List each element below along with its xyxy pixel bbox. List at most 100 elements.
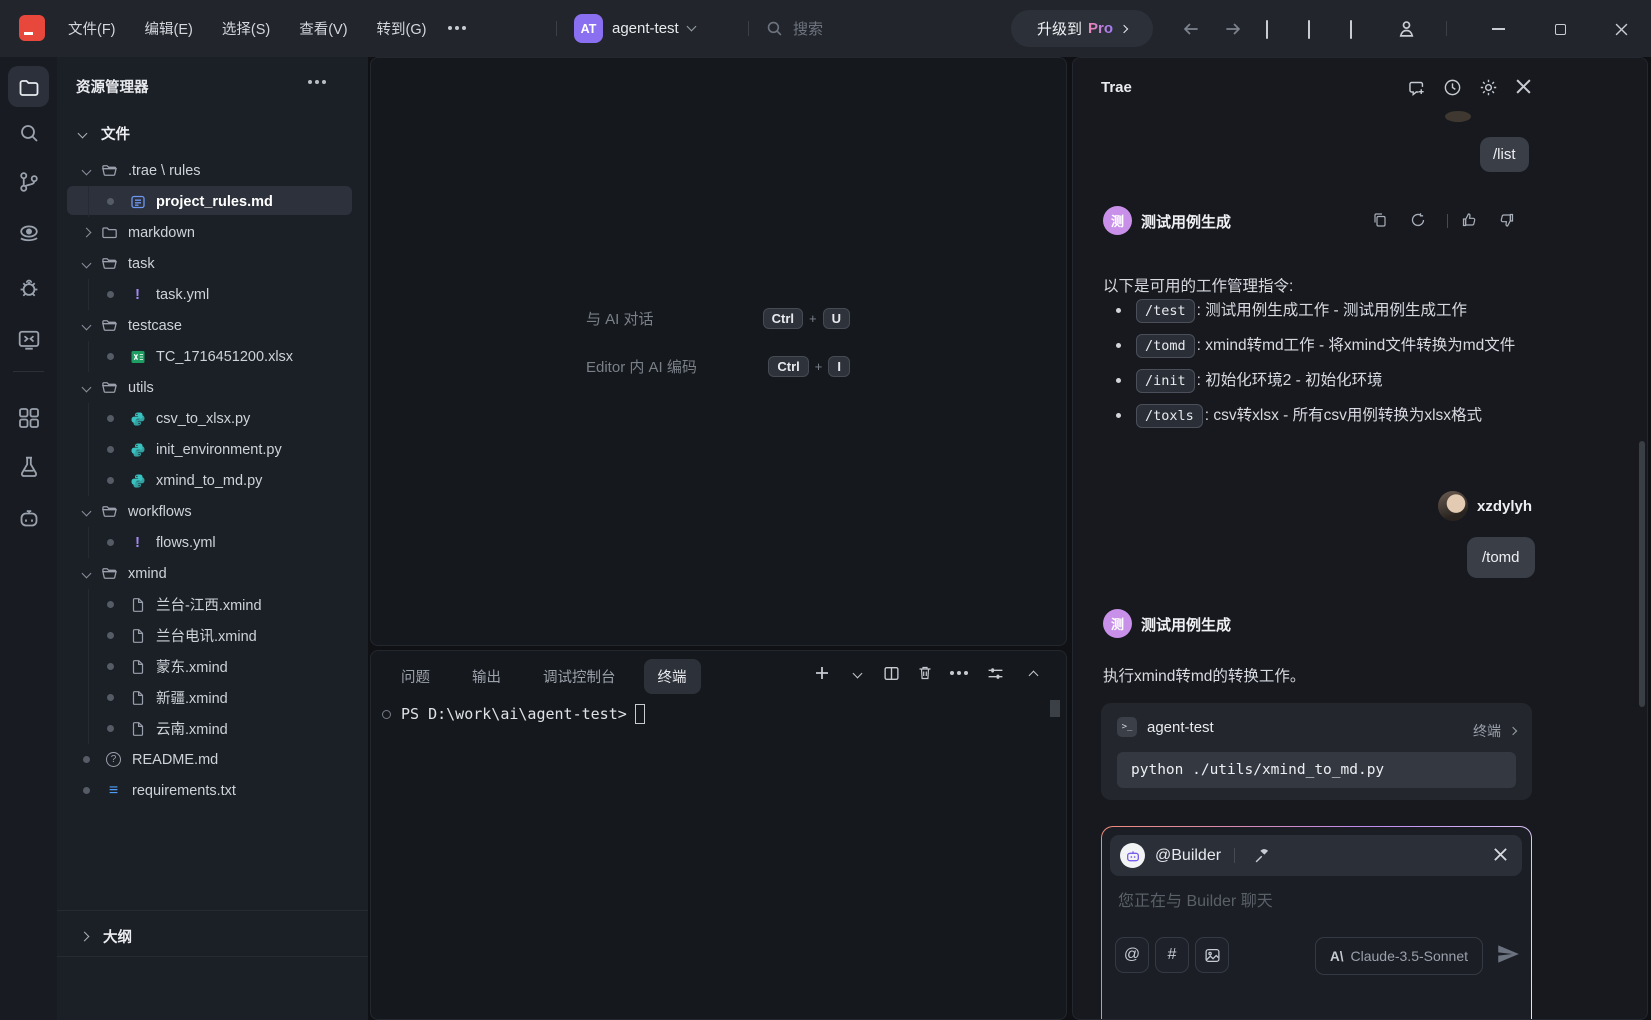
chat-input-placeholder[interactable]: 您正在与 Builder 聊天 <box>1118 887 1273 911</box>
mention-button[interactable]: @ <box>1115 937 1149 973</box>
close-panel-icon[interactable] <box>1515 78 1534 97</box>
more-actions-icon[interactable] <box>315 80 319 84</box>
toggle-right-panel-icon[interactable] <box>1350 21 1352 39</box>
panel-tab[interactable]: 调试控制台 <box>529 659 630 694</box>
copy-icon[interactable] <box>1372 212 1389 229</box>
split-terminal-icon[interactable] <box>882 664 900 682</box>
tree-item[interactable]: init_environment.py <box>57 434 368 465</box>
tree-item[interactable]: 云南.xmind <box>57 713 368 744</box>
more-menus-icon[interactable] <box>455 21 459 37</box>
terminal-panel-icon[interactable] <box>17 328 41 352</box>
tree-item[interactable]: !task.yml <box>57 279 368 310</box>
account-icon[interactable] <box>1396 18 1417 39</box>
command-description: : xmind转md工作 - 将xmind文件转换为md文件 <box>1197 337 1516 354</box>
terminal-dropdown-icon[interactable] <box>848 664 866 682</box>
command-list-item: /init: 初始化环境2 - 初始化环境 <box>1103 363 1541 398</box>
more-actions-icon[interactable] <box>950 664 968 682</box>
nav-forward-button[interactable] <box>1222 18 1244 40</box>
tree-item[interactable]: ?README.md <box>57 744 368 775</box>
scrollbar-thumb[interactable] <box>1639 441 1645 707</box>
send-icon[interactable] <box>1495 941 1521 967</box>
filter-settings-icon[interactable] <box>986 664 1004 682</box>
nav-back-button[interactable] <box>1180 18 1202 40</box>
scrollbar-thumb[interactable] <box>1050 700 1060 717</box>
menu-item[interactable]: 选择(S) <box>222 18 270 39</box>
tree-item[interactable]: csv_to_xlsx.py <box>57 403 368 434</box>
history-icon[interactable] <box>1443 78 1462 97</box>
terminal-link-label: 终端 <box>1473 721 1501 741</box>
tree-item[interactable]: task <box>57 248 368 279</box>
menu-item[interactable]: 查看(V) <box>299 18 347 39</box>
model-selector[interactable]: A\ Claude-3.5-Sonnet <box>1315 937 1483 975</box>
maximize-panel-icon[interactable] <box>1024 664 1042 682</box>
terminal-prompt[interactable]: PS D:\work\ai\agent-test> <box>382 704 645 724</box>
panel-tab[interactable]: 终端 <box>644 659 701 694</box>
preview-eye-icon[interactable] <box>17 221 41 245</box>
app-logo-icon[interactable] <box>19 15 45 41</box>
builder-robot-icon <box>1120 843 1145 868</box>
tree-item[interactable]: xmind <box>57 558 368 589</box>
new-chat-icon[interactable] <box>1407 78 1426 97</box>
tree-item[interactable]: workflows <box>57 496 368 527</box>
window-close-button[interactable] <box>1610 18 1632 40</box>
modified-dot-icon <box>107 446 114 453</box>
test-lab-icon[interactable] <box>17 455 41 479</box>
terminal-action-card[interactable]: >_ agent-test 终端 python ./utils/xmind_to… <box>1101 703 1532 800</box>
topic-button[interactable]: # <box>1155 937 1189 973</box>
folder-open-icon <box>101 317 118 334</box>
tree-item[interactable]: 兰台电讯.xmind <box>57 620 368 651</box>
tree-item[interactable]: utils <box>57 372 368 403</box>
tree-item[interactable]: 蒙东.xmind <box>57 651 368 682</box>
files-section-label: 文件 <box>101 123 130 144</box>
agent-robot-icon[interactable] <box>17 506 41 530</box>
toggle-left-panel-icon[interactable] <box>1266 21 1268 39</box>
tree-item[interactable]: TC_1716451200.xlsx <box>57 341 368 372</box>
menu-item[interactable]: 转到(G) <box>377 18 427 39</box>
hammer-tools-icon[interactable] <box>1254 847 1271 864</box>
upgrade-pro-button[interactable]: 升级到 Pro <box>1011 10 1153 47</box>
explorer-icon[interactable] <box>17 76 41 100</box>
kill-terminal-icon[interactable] <box>916 664 934 682</box>
new-terminal-icon[interactable] <box>813 664 831 682</box>
tree-item[interactable]: ≡requirements.txt <box>57 775 368 806</box>
outline-section-header[interactable]: 大纲 <box>57 918 368 954</box>
tree-item[interactable]: !flows.yml <box>57 527 368 558</box>
extensions-icon[interactable] <box>17 406 41 430</box>
chat-input-card[interactable]: @Builder 您正在与 Builder 聊天 @ # A\ Claude-3… <box>1101 826 1532 1020</box>
thumbs-up-icon[interactable] <box>1461 212 1478 229</box>
panel-tab[interactable]: 输出 <box>458 659 515 694</box>
tree-item-label: flows.yml <box>156 535 216 551</box>
source-control-icon[interactable] <box>17 170 41 194</box>
menu-item[interactable]: 文件(F) <box>68 18 116 39</box>
tree-item[interactable]: project_rules.md <box>57 186 368 217</box>
project-name: agent-test <box>612 20 679 37</box>
editor-area[interactable]: 与 AI 对话 Ctrl + U Editor 内 AI 编码 Ctrl + I <box>370 57 1067 646</box>
window-maximize-button[interactable] <box>1549 18 1571 40</box>
thumbs-down-icon[interactable] <box>1499 212 1516 229</box>
user-avatar <box>1438 491 1468 521</box>
menu-item[interactable]: 编辑(E) <box>145 18 193 39</box>
tree-item-label: csv_to_xlsx.py <box>156 411 250 427</box>
open-terminal-link[interactable]: 终端 <box>1473 721 1516 741</box>
tree-item[interactable]: testcase <box>57 310 368 341</box>
close-icon[interactable] <box>1493 847 1509 863</box>
command-description: : 测试用例生成工作 - 测试用例生成工作 <box>1197 302 1467 319</box>
tree-item[interactable]: 新疆.xmind <box>57 682 368 713</box>
debug-icon[interactable] <box>17 276 41 300</box>
tree-item[interactable]: markdown <box>57 217 368 248</box>
global-search[interactable]: 搜索 <box>766 0 823 57</box>
project-switcher[interactable]: AT agent-test <box>574 0 695 57</box>
files-section-header[interactable]: 文件 <box>57 119 368 147</box>
tree-item-label: TC_1716451200.xlsx <box>156 349 293 365</box>
tree-item[interactable]: 兰台-江西.xmind <box>57 589 368 620</box>
settings-gear-icon[interactable] <box>1479 78 1498 97</box>
chevron-down-icon <box>686 22 696 32</box>
window-minimize-button[interactable] <box>1487 18 1509 40</box>
image-attach-button[interactable] <box>1195 937 1229 973</box>
toggle-bottom-panel-icon[interactable] <box>1308 21 1310 39</box>
panel-tab[interactable]: 问题 <box>387 659 444 694</box>
search-icon[interactable] <box>17 121 41 145</box>
regenerate-icon[interactable] <box>1410 212 1427 229</box>
tree-item[interactable]: xmind_to_md.py <box>57 465 368 496</box>
tree-item[interactable]: .trae \ rules <box>57 155 368 186</box>
